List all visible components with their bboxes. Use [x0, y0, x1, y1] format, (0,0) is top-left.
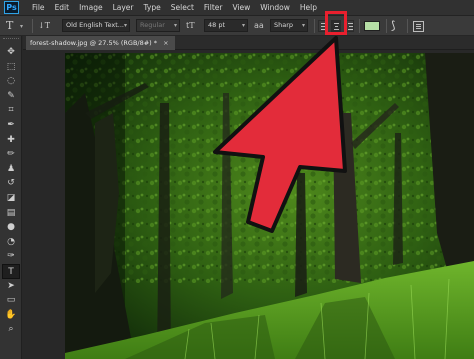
chevron-down-icon: ▾	[301, 22, 305, 29]
quick-select-tool-icon[interactable]: ✎	[2, 89, 20, 104]
menu-view[interactable]: View	[227, 0, 255, 16]
separator	[386, 19, 387, 33]
menu-window[interactable]: Window	[255, 0, 295, 16]
shape-tool-icon[interactable]: ▭	[2, 293, 20, 308]
eyedropper-tool-icon[interactable]: ✒	[2, 118, 20, 133]
chevron-down-icon: ▾	[241, 22, 245, 29]
history-brush-tool-icon[interactable]: ↺	[2, 176, 20, 191]
document-tab-bar: forest-shadow.jpg @ 27.5% (RGB/8#) * ×	[23, 36, 474, 50]
forest-image	[65, 53, 474, 359]
chevron-down-icon: ▾	[123, 22, 127, 29]
crop-tool-icon[interactable]: ⌗	[2, 103, 20, 118]
chevron-down-icon: ▾	[173, 22, 177, 29]
path-select-tool-icon[interactable]: ➤	[2, 279, 20, 294]
document-tab[interactable]: forest-shadow.jpg @ 27.5% (RGB/8#) * ×	[26, 36, 175, 50]
blur-tool-icon[interactable]: ●	[2, 220, 20, 235]
warp-text-icon[interactable]: ⟆	[391, 19, 401, 32]
tools-panel: ✥ ⬚ ◌ ✎ ⌗ ✒ ✚ ✏ ♟ ↺ ◪ ▤ ● ◔ ✑ T ➤ ▭ ✋ ⌕	[0, 36, 22, 359]
font-size-value: 48 pt	[208, 21, 226, 29]
menu-file[interactable]: File	[27, 0, 50, 16]
character-panel-icon[interactable]	[413, 21, 424, 32]
brush-tool-icon[interactable]: ✏	[2, 147, 20, 162]
font-family-value: Old English Text...	[66, 21, 124, 29]
text-orientation-icon[interactable]: ↓T	[38, 19, 54, 32]
gradient-tool-icon[interactable]: ▤	[2, 206, 20, 221]
document-tab-title: forest-shadow.jpg @ 27.5% (RGB/8#) *	[30, 39, 158, 47]
marquee-tool-icon[interactable]: ⬚	[2, 60, 20, 75]
canvas-area[interactable]	[23, 51, 474, 359]
menu-edit[interactable]: Edit	[50, 0, 75, 16]
photoshop-window: Ps File Edit Image Layer Type Select Fil…	[0, 0, 474, 359]
antialias-dropdown[interactable]: Sharp ▾	[270, 19, 308, 32]
hand-tool-icon[interactable]: ✋	[2, 308, 20, 323]
menu-layer[interactable]: Layer	[108, 0, 139, 16]
panel-grip[interactable]	[3, 38, 19, 41]
separator	[407, 19, 408, 33]
antialias-value: Sharp	[274, 21, 294, 29]
text-color-swatch[interactable]	[364, 21, 380, 31]
dodge-tool-icon[interactable]: ◔	[2, 235, 20, 250]
font-size-icon: tT	[186, 21, 195, 30]
font-style-value: Regular	[140, 21, 165, 29]
zoom-tool-icon[interactable]: ⌕	[2, 322, 20, 337]
antialias-icon: aa	[254, 21, 264, 30]
forest-photo[interactable]	[65, 53, 474, 359]
menu-bar: Ps File Edit Image Layer Type Select Fil…	[0, 0, 474, 16]
close-icon[interactable]: ×	[163, 39, 168, 47]
pen-tool-icon[interactable]: ✑	[2, 249, 20, 264]
lasso-tool-icon[interactable]: ◌	[2, 74, 20, 89]
type-tool-icon[interactable]: T	[2, 264, 20, 279]
separator	[359, 19, 360, 33]
font-size-dropdown[interactable]: 48 pt ▾	[204, 19, 248, 32]
menu-help[interactable]: Help	[295, 0, 322, 16]
highlight-box	[325, 11, 347, 35]
move-tool-icon[interactable]: ✥	[2, 45, 20, 60]
healing-tool-icon[interactable]: ✚	[2, 133, 20, 148]
separator	[32, 19, 33, 33]
menu-select[interactable]: Select	[166, 0, 199, 16]
separator	[314, 19, 315, 33]
menu-type[interactable]: Type	[139, 0, 166, 16]
type-tool-preset-icon[interactable]: T	[6, 19, 20, 32]
menu-image[interactable]: Image	[74, 0, 108, 16]
eraser-tool-icon[interactable]: ◪	[2, 191, 20, 206]
options-bar: T ▾ ↓T Old English Text... ▾ Regular ▾ t…	[0, 16, 474, 36]
font-style-dropdown[interactable]: Regular ▾	[136, 19, 180, 32]
menu-filter[interactable]: Filter	[199, 0, 228, 16]
photoshop-logo: Ps	[4, 1, 19, 14]
preset-caret-icon[interactable]: ▾	[20, 23, 23, 36]
font-family-dropdown[interactable]: Old English Text... ▾	[62, 19, 130, 32]
stamp-tool-icon[interactable]: ♟	[2, 162, 20, 177]
